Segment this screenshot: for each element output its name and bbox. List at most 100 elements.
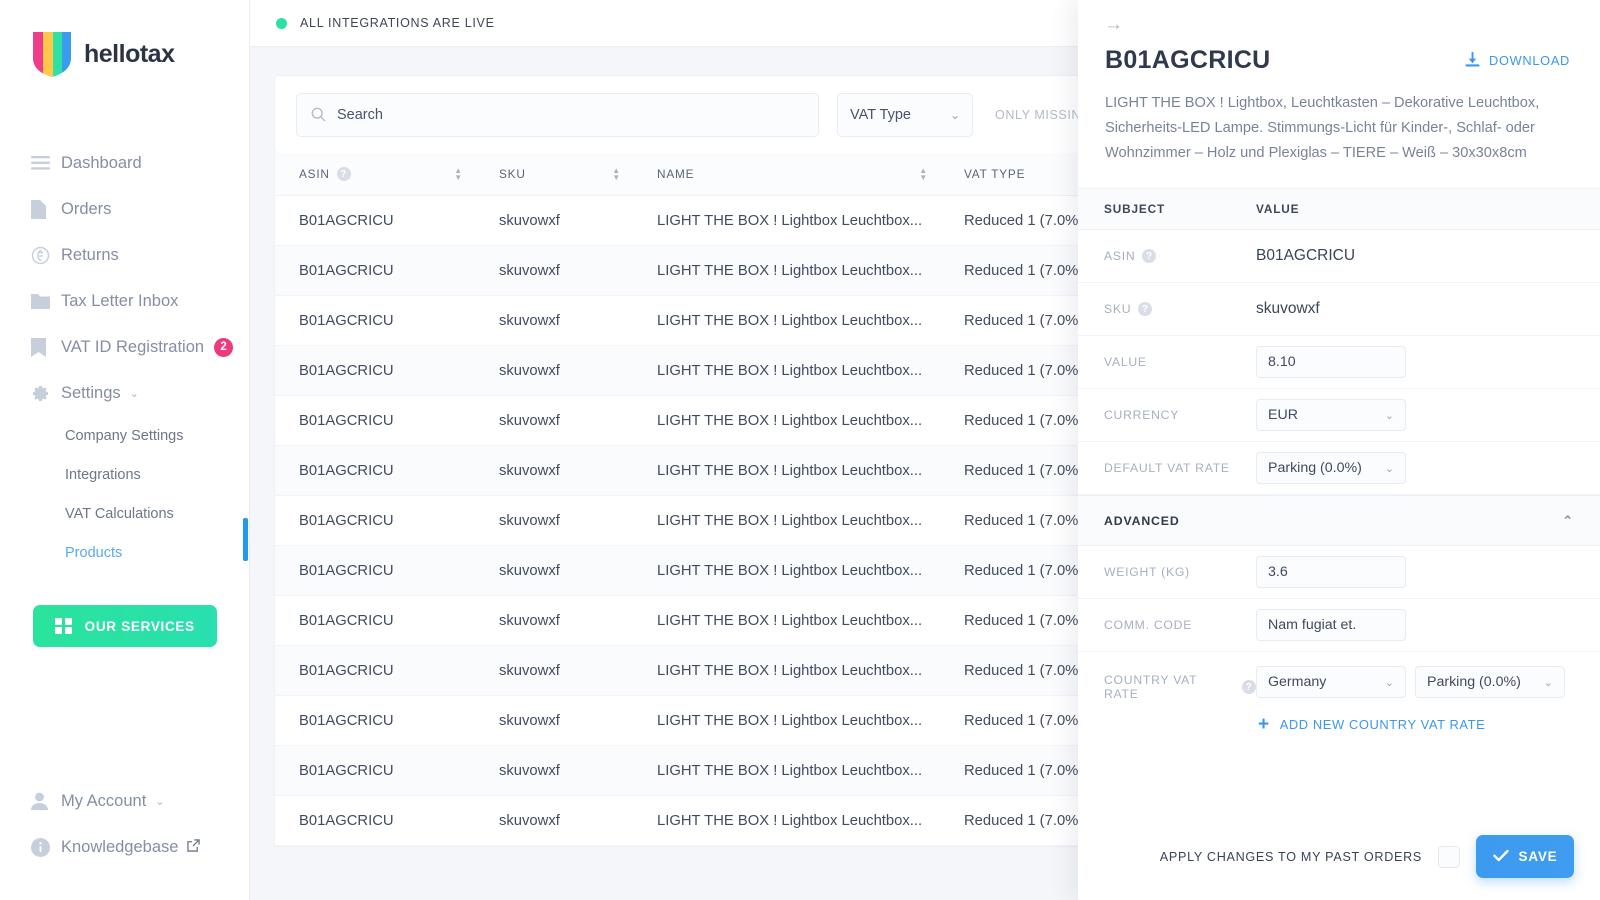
country-value: Germany	[1268, 674, 1327, 690]
cell-asin: B01AGCRICU	[299, 362, 394, 379]
download-button[interactable]: DOWNLOAD	[1465, 51, 1570, 70]
help-icon[interactable]: ?	[1142, 249, 1157, 263]
sidebar-item-knowledgebase[interactable]: Knowledgebase	[0, 824, 249, 870]
country-select[interactable]: Germany ⌄	[1256, 666, 1406, 698]
weight-input[interactable]: 3.6	[1256, 556, 1406, 588]
detail-row-asin: ASIN ? B01AGCRICU	[1078, 230, 1600, 283]
close-drawer-arrow-icon[interactable]: →	[1078, 0, 1123, 36]
sidebar-subitem-label: Company Settings	[65, 427, 184, 444]
check-icon	[1492, 849, 1509, 865]
help-icon[interactable]: ?	[1242, 680, 1256, 694]
search-field[interactable]	[296, 92, 819, 137]
sidebar-subitem-integrations[interactable]: Integrations	[0, 455, 249, 494]
detail-label: WEIGHT (KG)	[1078, 565, 1256, 579]
cell-sku: skuvowxf	[499, 812, 560, 829]
detail-label-text: WEIGHT (KG)	[1104, 565, 1190, 579]
cell-sku: skuvowxf	[499, 412, 560, 429]
country-vat-rate-select[interactable]: Parking (0.0%) ⌄	[1415, 666, 1565, 698]
add-country-vat-rate-button[interactable]: + ADD NEW COUNTRY VAT RATE	[1256, 713, 1600, 735]
detail-label: COUNTRY VAT RATE ?	[1078, 666, 1256, 701]
sidebar-subitem-label: Products	[65, 544, 123, 561]
cell-name: LIGHT THE BOX ! Lightbox Leuchtbox...	[657, 712, 923, 729]
sidebar-subitem-company-settings[interactable]: Company Settings	[0, 416, 249, 455]
cell-sku: skuvowxf	[499, 562, 560, 579]
advanced-section-toggle[interactable]: ADVANCED ⌃	[1078, 495, 1600, 546]
cell-asin: B01AGCRICU	[299, 512, 394, 529]
sidebar-subitem-vat-calculations[interactable]: VAT Calculations	[0, 494, 249, 533]
sidebar-item-label: VAT ID Registration	[61, 337, 205, 356]
cell-name: LIGHT THE BOX ! Lightbox Leuchtbox...	[657, 462, 923, 479]
cell-asin: B01AGCRICU	[299, 812, 394, 829]
column-header-name[interactable]: NAME ▲ ▼	[633, 167, 940, 182]
sort-toggle-icon[interactable]: ▲ ▼	[919, 167, 928, 182]
detail-label: DEFAULT VAT RATE	[1078, 461, 1256, 475]
main-area: ALL INTEGRATIONS ARE LIVE A	[250, 0, 1600, 900]
column-header-sku[interactable]: SKU ▲ ▼	[475, 167, 633, 182]
cell-asin: B01AGCRICU	[299, 312, 394, 329]
column-label: SKU	[499, 167, 526, 181]
cell-name: LIGHT THE BOX ! Lightbox Leuchtbox...	[657, 762, 923, 779]
chevron-down-icon: ⌄	[1384, 676, 1394, 689]
chevron-down-icon: ⌄	[1384, 462, 1394, 475]
detail-label-text: DEFAULT VAT RATE	[1104, 461, 1230, 475]
detail-row-weight: WEIGHT (KG) 3.6	[1078, 546, 1600, 599]
brand-name: hellotax	[84, 39, 175, 68]
sidebar-item-tax-letter-inbox[interactable]: Tax Letter Inbox	[0, 278, 249, 324]
vat-type-select[interactable]: VAT Type ⌄	[837, 92, 973, 137]
cell-sku: skuvowxf	[499, 462, 560, 479]
detail-row-sku: SKU ? skuvowxf	[1078, 283, 1600, 336]
default-vat-rate-value: Parking (0.0%)	[1268, 460, 1362, 476]
chevron-down-icon: ⌄	[1384, 409, 1394, 422]
sidebar-item-returns[interactable]: Returns	[0, 232, 249, 278]
column-label: NAME	[657, 167, 695, 181]
cell-asin: B01AGCRICU	[299, 712, 394, 729]
sidebar-item-my-account[interactable]: My Account ⌄	[0, 778, 249, 824]
search-input[interactable]	[337, 106, 804, 123]
help-icon[interactable]: ?	[1138, 302, 1153, 316]
detail-label: ASIN ?	[1078, 249, 1256, 263]
currency-select[interactable]: EUR ⌄	[1256, 399, 1406, 431]
drawer-footer: APPLY CHANGES TO MY PAST ORDERS SAVE	[1078, 835, 1600, 900]
detail-table-header: SUBJECT VALUE	[1078, 188, 1600, 230]
folder-icon	[31, 293, 61, 309]
sidebar-item-orders[interactable]: Orders	[0, 186, 249, 232]
comm-code-input[interactable]: Nam fugiat et.	[1256, 609, 1406, 641]
cell-name: LIGHT THE BOX ! Lightbox Leuchtbox...	[657, 812, 923, 829]
sort-toggle-icon[interactable]: ▲ ▼	[454, 167, 463, 182]
brand-logo[interactable]: hellotax	[0, 0, 249, 78]
sidebar-item-vat-id-registration[interactable]: VAT ID Registration 2	[0, 324, 249, 370]
detail-label: VALUE	[1078, 355, 1256, 369]
sidebar-item-settings[interactable]: Settings ⌄	[0, 370, 249, 416]
apply-past-orders-label: APPLY CHANGES TO MY PAST ORDERS	[1159, 849, 1422, 864]
sidebar-subitem-label: Integrations	[65, 466, 141, 483]
chevron-up-icon: ⌃	[1562, 512, 1574, 528]
sidebar-item-dashboard[interactable]: Dashboard	[0, 140, 249, 186]
sort-toggle-icon[interactable]: ▲ ▼	[612, 167, 621, 182]
value-input-text: 8.10	[1268, 354, 1296, 370]
value-input[interactable]: 8.10	[1256, 346, 1406, 378]
cell-asin: B01AGCRICU	[299, 562, 394, 579]
drawer-header: B01AGCRICU DOWNLOAD LIGHT THE BOX ! Ligh…	[1078, 36, 1600, 166]
save-button[interactable]: SAVE	[1476, 835, 1574, 878]
cell-sku: skuvowxf	[499, 612, 560, 629]
cell-asin: B01AGCRICU	[299, 412, 394, 429]
product-detail-drawer: → B01AGCRICU DOWNLOAD LIGHT THE BOX ! Li…	[1078, 0, 1600, 900]
cell-name: LIGHT THE BOX ! Lightbox Leuchtbox...	[657, 312, 923, 329]
default-vat-rate-select[interactable]: Parking (0.0%) ⌄	[1256, 452, 1406, 484]
page-title: B01AGCRICU	[1105, 46, 1271, 74]
detail-row-country-vat-rate: COUNTRY VAT RATE ? Germany ⌄ Parking (0.…	[1078, 652, 1600, 707]
detail-row-value: VALUE 8.10	[1078, 336, 1600, 389]
active-nav-indicator	[243, 518, 248, 561]
sidebar-subitem-products[interactable]: Products	[0, 533, 249, 572]
chevron-down-icon: ⌄	[129, 387, 139, 400]
plus-icon: +	[1258, 713, 1270, 735]
detail-sku-value: skuvowxf	[1256, 300, 1320, 317]
apply-past-orders-checkbox[interactable]	[1438, 845, 1460, 868]
document-icon	[31, 199, 61, 219]
detail-subject-header: SUBJECT	[1104, 202, 1166, 216]
sidebar: hellotax Dashboard Orders Returns Tax Le…	[0, 0, 250, 900]
our-services-button[interactable]: OUR SERVICES	[33, 605, 217, 647]
detail-label-text: ASIN	[1104, 249, 1136, 263]
help-icon[interactable]: ?	[336, 167, 351, 181]
column-header-asin[interactable]: ASIN ? ▲ ▼	[275, 167, 475, 182]
